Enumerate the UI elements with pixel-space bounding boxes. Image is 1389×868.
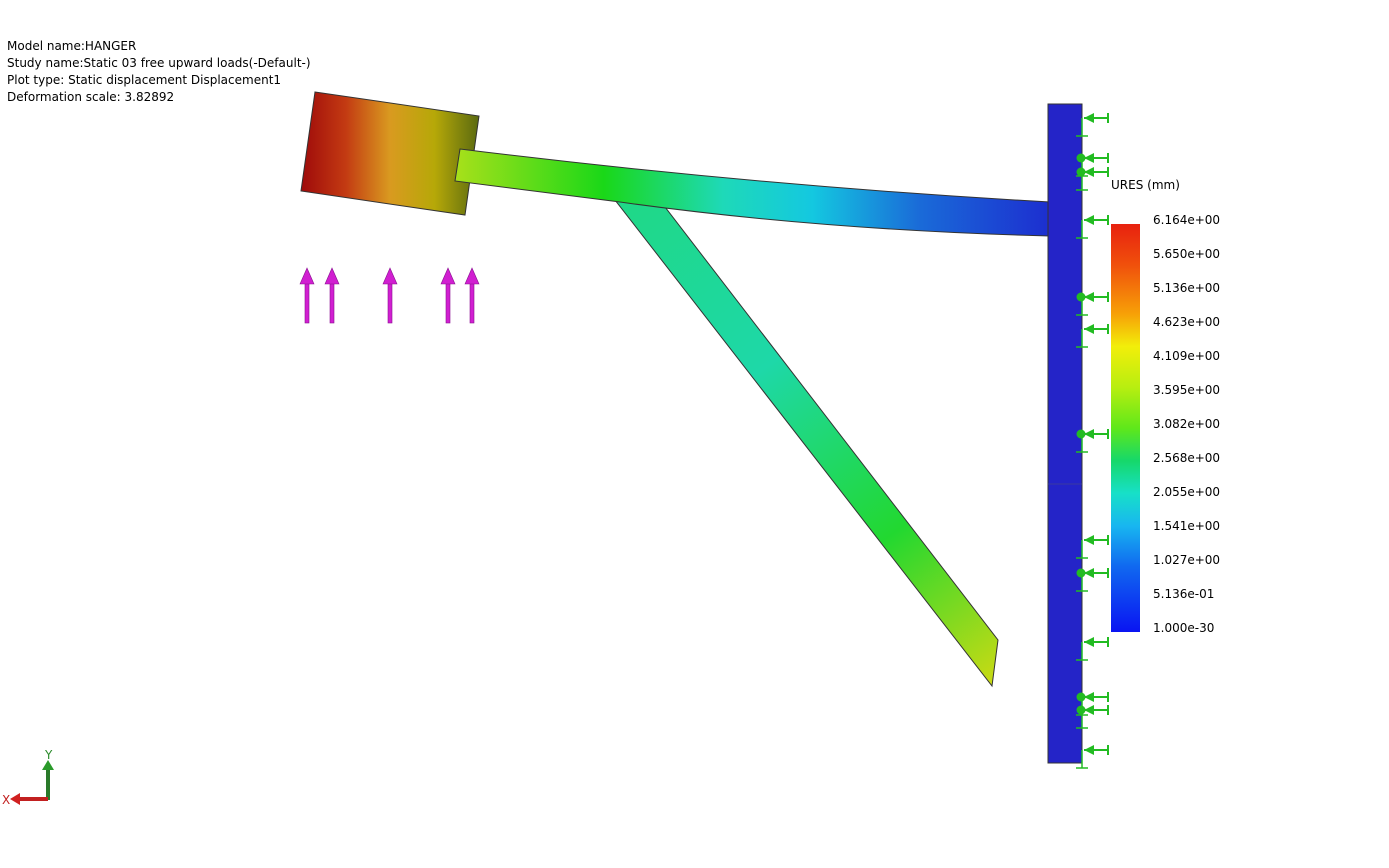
load-block — [300, 91, 480, 216]
legend-tick-label: 2.568e+00 — [1153, 451, 1221, 465]
legend-tick-label: 6.164e+00 — [1153, 213, 1221, 227]
load-arrow-icon — [299, 267, 315, 324]
legend-tick-label: 4.109e+00 — [1153, 349, 1221, 363]
legend-tick-label: 5.136e-01 — [1153, 587, 1215, 601]
legend-tick-label: 1.541e+00 — [1153, 519, 1221, 533]
legend-tick-label: 3.595e+00 — [1153, 383, 1221, 397]
diagonal-brace — [613, 199, 999, 688]
load-arrows — [299, 267, 480, 324]
y-axis-label: Y — [44, 748, 53, 762]
legend-tick-label: 3.082e+00 — [1153, 417, 1221, 431]
legend-tick-label: 1.027e+00 — [1153, 553, 1221, 567]
legend-tick-label: 4.623e+00 — [1153, 315, 1221, 329]
axis-triad: Y X — [2, 748, 54, 807]
legend-tick-label: 1.000e-30 — [1153, 621, 1215, 635]
load-arrow-icon — [440, 267, 456, 324]
color-scale-bar — [1111, 224, 1140, 632]
load-arrow-icon — [324, 267, 340, 324]
horizontal-arm — [454, 148, 1051, 237]
load-arrow-icon — [464, 267, 480, 324]
x-axis-label: X — [2, 793, 10, 807]
legend-tick-label: 5.136e+00 — [1153, 281, 1221, 295]
model-viewport[interactable]: Y X — [0, 0, 1389, 868]
legend-tick-label: 5.650e+00 — [1153, 247, 1221, 261]
legend-title: URES (mm) — [1111, 178, 1180, 192]
load-arrow-icon — [382, 267, 398, 324]
legend-tick-label: 2.055e+00 — [1153, 485, 1221, 499]
